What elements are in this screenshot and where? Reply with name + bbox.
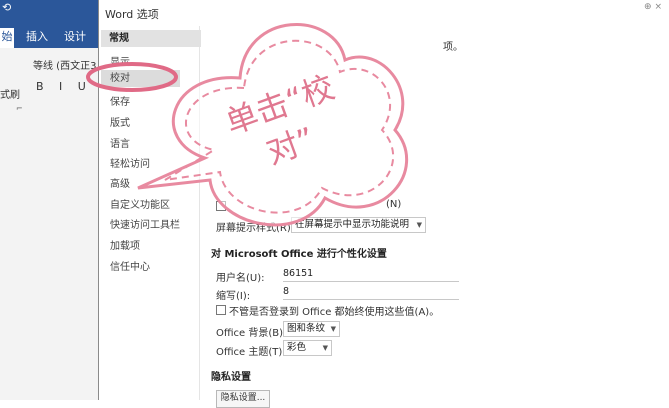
- intro-text: 项。: [443, 42, 463, 53]
- format-buttons[interactable]: B I U: [36, 80, 92, 93]
- screentip-style-value: 在屏幕提示中显示功能说明: [295, 219, 410, 230]
- nav-item-proofing[interactable]: 校对: [101, 70, 180, 87]
- screentip-style-label: 屏幕提示样式(R):: [216, 223, 295, 234]
- dialog-title: Word 选项: [105, 8, 159, 21]
- nav-item-advanced[interactable]: 高级: [110, 175, 130, 190]
- nav-item-quick-access[interactable]: 快速访问工具栏: [110, 216, 180, 231]
- nav-item-layout[interactable]: 版式: [110, 114, 130, 129]
- initials-field[interactable]: 8: [283, 285, 459, 300]
- background-label: Office 背景(B):: [216, 328, 287, 339]
- nav-item-customize-ribbon[interactable]: 自定义功能区: [110, 196, 170, 211]
- theme-label: Office 主题(T):: [216, 347, 286, 358]
- nav-item-general[interactable]: 常规: [101, 30, 201, 47]
- nav-item-addins[interactable]: 加载项: [110, 237, 140, 252]
- chevron-down-icon: ▼: [330, 325, 336, 333]
- personalize-title: 对 Microsoft Office 进行个性化设置: [211, 249, 387, 260]
- format-painter-label[interactable]: 式刷: [0, 86, 20, 101]
- screentip-style-select[interactable]: 在屏幕提示中显示功能说明 ▼: [291, 217, 426, 233]
- nav-item-display[interactable]: 显示: [110, 53, 130, 68]
- chevron-down-icon: ▼: [322, 344, 328, 352]
- font-name-select[interactable]: 等线 (西文正3: [33, 57, 96, 72]
- username-field[interactable]: 86151: [283, 267, 459, 282]
- privacy-title: 隐私设置: [211, 372, 251, 383]
- dialog-launcher-icon[interactable]: ⌐: [16, 104, 23, 113]
- nav-item-accessibility[interactable]: 轻松访问: [110, 155, 150, 170]
- tab-start[interactable]: 始: [0, 28, 14, 48]
- nav-item-language[interactable]: 语言: [110, 135, 130, 150]
- nav-item-save[interactable]: 保存: [110, 93, 130, 108]
- always-use-checkbox[interactable]: [216, 305, 226, 315]
- screentip-checkbox[interactable]: [216, 201, 226, 211]
- background-select[interactable]: 图和条纹 ▼: [283, 321, 340, 337]
- word-options-dialog: Word 选项 ⊕ × 常规 显示 校对 保存 版式 语言 轻松访问 高级 自定…: [98, 0, 669, 408]
- theme-value: 彩色: [287, 342, 307, 353]
- tab-design[interactable]: 设计: [60, 28, 90, 48]
- chevron-down-icon: ▼: [416, 221, 422, 229]
- options-nav: 常规 显示 校对 保存 版式 语言 轻松访问 高级 自定义功能区 快速访问工具栏…: [99, 26, 201, 400]
- username-label: 用户名(U):: [216, 273, 265, 284]
- theme-select[interactable]: 彩色 ▼: [283, 340, 332, 356]
- privacy-settings-button[interactable]: 隐私设置...: [216, 390, 270, 408]
- screentip-partial-label: (N): [386, 199, 402, 210]
- initials-label: 缩写(I):: [216, 291, 251, 302]
- options-content: 项。 (N) 屏幕提示样式(R): 在屏幕提示中显示功能说明 ▼ 对 Micro…: [211, 0, 669, 400]
- ribbon-header: ⟲ 始 插入 设计: [0, 0, 100, 48]
- always-use-label[interactable]: 不管是否登录到 Office 都始终使用这些值(A)。: [229, 303, 439, 318]
- background-value: 图和条纹: [287, 323, 326, 334]
- nav-item-trust-center[interactable]: 信任中心: [110, 258, 150, 273]
- undo-icon[interactable]: ⟲: [2, 2, 14, 13]
- tab-insert[interactable]: 插入: [22, 28, 52, 48]
